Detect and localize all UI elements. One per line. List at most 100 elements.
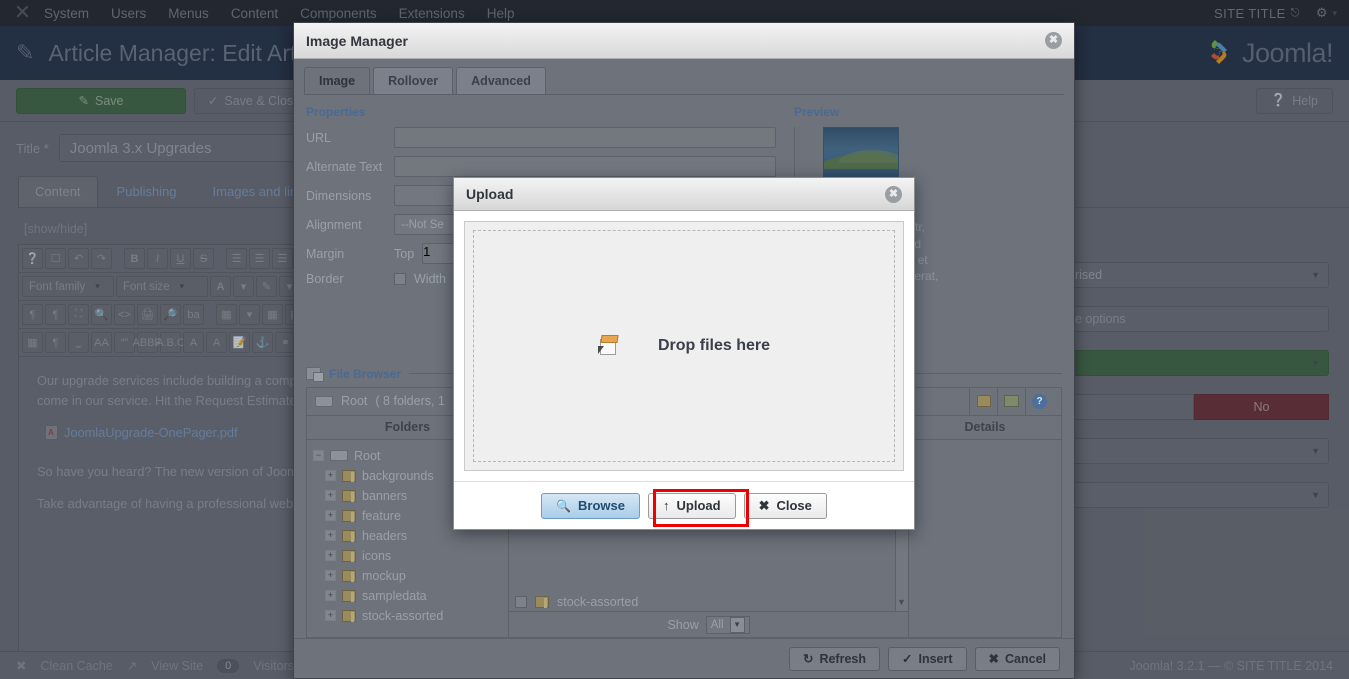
border-checkbox[interactable] [394, 273, 406, 285]
tree-node-icons[interactable]: + icons [311, 546, 504, 566]
properties-legend: Properties [306, 105, 366, 119]
alt-label: Alternate Text [306, 159, 383, 174]
tree-label: banners [362, 488, 408, 503]
browse-label: Browse [578, 498, 626, 513]
expand-icon[interactable]: + [325, 510, 336, 521]
chevron-down-icon: ▼ [729, 616, 745, 633]
drop-files-label: Drop files here [657, 337, 771, 354]
expand-icon[interactable]: + [325, 490, 336, 501]
row-checkbox[interactable] [515, 596, 527, 608]
border-width-label: Width [414, 272, 446, 286]
tree-label: mockup [362, 568, 406, 583]
tree-node-stock-assorted[interactable]: + stock-assorted [311, 606, 504, 626]
upload-dialog: Upload ✖ Drop files here 🔍 Browse ↑ Uplo… [453, 177, 915, 530]
tree-label: backgrounds [362, 468, 434, 483]
drop-zone-outer: Drop files here [464, 221, 904, 471]
details-column-header: Details [909, 416, 1061, 440]
drive-icon [330, 450, 348, 461]
check-icon: ✓ [901, 652, 913, 666]
file-list-footer: Show All ▼ [509, 611, 908, 637]
folder-icon [342, 489, 356, 502]
scroll-down-arrow-icon[interactable]: ▼ [895, 597, 908, 611]
alignment-label: Alignment [306, 217, 362, 232]
tree-node-sampledata[interactable]: + sampledata [311, 586, 504, 606]
path-info-label: ( 8 folders, 1 [375, 394, 445, 408]
show-label: Show [667, 617, 699, 632]
file-browser-icon [306, 367, 324, 382]
show-select[interactable]: All ▼ [705, 615, 750, 634]
details-column: Details [909, 416, 1061, 638]
upload-titlebar: Upload ✖ [454, 178, 914, 211]
folder-icon [342, 469, 356, 482]
tree-label: icons [362, 548, 392, 563]
folder-icon [342, 529, 356, 542]
field-alternate-text: Alternate Text [306, 156, 776, 177]
browse-button[interactable]: 🔍 Browse [541, 492, 641, 519]
expand-icon[interactable]: + [325, 550, 336, 561]
close-label: Close [776, 498, 812, 513]
drop-files-icon [597, 335, 620, 357]
preview-image [823, 127, 899, 183]
folder-icon [342, 509, 356, 522]
upload-arrow-icon: ↑ [663, 498, 670, 513]
field-url: URL [306, 127, 776, 148]
help-icon: ? [1032, 393, 1047, 409]
insert-button[interactable]: ✓ Insert [887, 646, 967, 671]
tree-root-label: Root [354, 448, 381, 463]
dimensions-label: Dimensions [306, 188, 372, 203]
tree-label: sampledata [362, 588, 427, 603]
close-icon[interactable]: ✖ [885, 185, 902, 203]
file-browser-legend-label: File Browser [329, 366, 402, 381]
refresh-button[interactable]: ↻ Refresh [788, 646, 880, 671]
expand-icon[interactable]: + [325, 570, 336, 581]
upload-button[interactable]: ↑ Upload [648, 492, 736, 519]
image-manager-titlebar: Image Manager ✖ [294, 23, 1074, 59]
close-button[interactable]: ✖ Close [743, 492, 827, 519]
upload-label: Upload [676, 498, 721, 513]
tree-node-mockup[interactable]: + mockup [311, 566, 504, 586]
drive-icon [315, 395, 333, 407]
insert-label: Insert [918, 651, 953, 666]
image-manager-tabs: Image Rollover Advanced [294, 59, 1074, 94]
folder-icon [342, 589, 356, 602]
cancel-label: Cancel [1005, 651, 1046, 666]
tree-label: stock-assorted [362, 608, 444, 623]
expand-icon[interactable]: + [325, 610, 336, 621]
expand-icon[interactable]: + [325, 530, 336, 541]
alt-input[interactable] [394, 156, 776, 177]
refresh-label: Refresh [819, 651, 866, 666]
close-icon[interactable]: ✖ [1045, 32, 1062, 49]
margin-label: Margin [306, 246, 345, 261]
tab-image[interactable]: Image [304, 67, 371, 94]
folder-icon [342, 569, 356, 582]
folder-icon [342, 549, 356, 562]
upload-footer: 🔍 Browse ↑ Upload ✖ Close [454, 481, 914, 529]
upload-image-button[interactable] [997, 387, 1025, 415]
create-folder-button[interactable] [969, 387, 997, 415]
preview-legend: Preview [794, 105, 840, 119]
border-label: Border [306, 272, 344, 286]
show-value: All [710, 618, 724, 631]
url-input[interactable] [394, 127, 776, 148]
details-content [909, 440, 1061, 638]
refresh-icon: ↻ [802, 652, 814, 666]
tab-advanced[interactable]: Advanced [456, 67, 546, 94]
file-browser-help-button[interactable]: ? [1025, 387, 1053, 415]
folder-icon [342, 609, 356, 622]
tab-rollover[interactable]: Rollover [373, 67, 454, 94]
expand-icon[interactable]: + [325, 470, 336, 481]
collapse-icon[interactable]: − [313, 450, 324, 461]
drop-zone[interactable]: Drop files here [473, 230, 895, 462]
url-label: URL [306, 130, 332, 145]
close-icon: ✖ [758, 497, 770, 513]
margin-side-label: Top [394, 246, 415, 261]
close-icon: ✖ [988, 652, 999, 666]
path-root-label[interactable]: Root [341, 394, 367, 408]
search-icon: 🔍 [556, 498, 572, 513]
list-item[interactable]: stock-assorted [509, 590, 908, 612]
image-upload-icon [1004, 395, 1019, 407]
expand-icon[interactable]: + [325, 590, 336, 601]
tree-label: headers [362, 528, 408, 543]
cancel-button[interactable]: ✖ Cancel [974, 646, 1060, 671]
file-browser-tools: ? [969, 387, 1053, 415]
